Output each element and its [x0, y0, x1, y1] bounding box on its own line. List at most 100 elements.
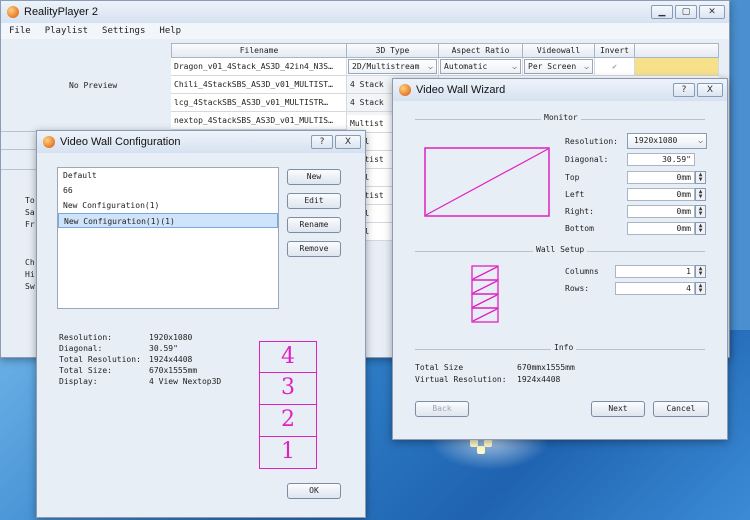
columns-label: Columns [565, 267, 599, 276]
row-wall-cell: Per Screen ⌵ [523, 58, 595, 76]
divider [1, 131, 37, 132]
rows-field[interactable]: 4 [615, 282, 695, 295]
maximize-button[interactable]: ▢ [675, 5, 697, 19]
close-button[interactable]: ✕ [699, 5, 725, 19]
table-row[interactable]: Dragon_v01_4Stack_AS3D_42in4_N3S… 2D/Mul… [171, 58, 719, 76]
config-title: Video Wall Configuration [60, 136, 181, 148]
virtual-res-label: Virtual Resolution: [415, 375, 507, 384]
left-label: To [25, 196, 35, 205]
left-label: Sa [25, 208, 35, 217]
close-button[interactable]: X [697, 83, 723, 97]
field-label: Diagonal: [565, 155, 609, 164]
wall-combo[interactable]: Per Screen ⌵ [524, 59, 593, 74]
invert-check-icon[interactable]: ✔ [595, 58, 635, 76]
bottom-field[interactable]: 0mm [627, 222, 695, 235]
wizard-titlebar: Video Wall Wizard ? X [393, 79, 727, 101]
screen-tile: 1 [259, 437, 317, 469]
chevron-down-icon: ⌵ [698, 136, 703, 145]
wizard-title: Video Wall Wizard [416, 84, 506, 96]
col-3d-type[interactable]: 3D Type [347, 43, 439, 58]
close-button[interactable]: X [335, 135, 361, 149]
row-filename: Chili_4StackSBS_AS3D_v01_MULTIST… [171, 76, 347, 94]
help-button[interactable]: ? [311, 135, 333, 149]
top-field[interactable]: 0mm [627, 171, 695, 184]
total-size-label: Total Size [415, 363, 464, 372]
row-aspect-cell: Automatic ⌵ [439, 58, 523, 76]
list-item[interactable]: 66 [58, 183, 278, 198]
info-section-label: Info [551, 343, 577, 352]
config-titlebar: Video Wall Configuration ? X [37, 131, 365, 153]
monitor-preview [424, 147, 550, 217]
ok-button[interactable]: OK [287, 483, 341, 499]
menu-playlist[interactable]: Playlist [45, 26, 88, 36]
row-highlight [635, 58, 719, 76]
help-button[interactable]: ? [673, 83, 695, 97]
col-filename[interactable]: Filename [171, 43, 347, 58]
edit-button[interactable]: Edit [287, 193, 341, 209]
left-stepper[interactable]: ▲ ▼ [695, 188, 706, 201]
col-videowall[interactable]: Videowall [523, 43, 595, 58]
resolution-select[interactable]: 1920x1080 ⌵ [627, 133, 707, 149]
field-label: Top [565, 173, 580, 182]
resolution-value: 1920x1080 [634, 136, 678, 145]
resolution-label: Resolution: [565, 137, 618, 146]
list-item-selected[interactable]: New Configuration(1)(1) [58, 213, 278, 228]
config-list: Default 66 New Configuration(1) New Conf… [57, 167, 279, 309]
info-value: 1920x1080 [149, 333, 193, 342]
menu-help[interactable]: Help [159, 26, 181, 36]
col-aspect-ratio[interactable]: Aspect Ratio [439, 43, 523, 58]
columns-field[interactable]: 1 [615, 265, 695, 278]
config-dialog: Video Wall Configuration ? X Default 66 … [36, 130, 366, 518]
rename-button[interactable]: Rename [287, 217, 341, 233]
diagonal-field[interactable]: 30.59" [627, 153, 695, 166]
menu-bar: File Playlist Settings Help [1, 23, 729, 39]
left-field[interactable]: 0mm [627, 188, 695, 201]
left-label: Sw [25, 282, 35, 291]
type-combo[interactable]: 2D/Multistream ⌵ [348, 59, 437, 74]
top-stepper[interactable]: ▲ ▼ [695, 171, 706, 184]
wall-value: Per Screen [528, 62, 577, 71]
field-label: Right: [565, 207, 594, 216]
menu-settings[interactable]: Settings [102, 26, 145, 36]
cancel-button[interactable]: Cancel [653, 401, 709, 417]
left-label: Hi [25, 270, 35, 279]
app-icon [7, 6, 19, 18]
monitor-section-label: Monitor [541, 113, 581, 122]
field-label: Left [565, 190, 585, 199]
main-titlebar: RealityPlayer 2 ▁ ▢ ✕ [1, 1, 729, 23]
list-item[interactable]: Default [58, 168, 278, 183]
app-icon [399, 84, 411, 96]
info-value: 30.59" [149, 344, 178, 353]
list-item[interactable]: New Configuration(1) [58, 198, 278, 213]
columns-stepper[interactable]: ▲ ▼ [695, 265, 706, 278]
right-stepper[interactable]: ▲ ▼ [695, 205, 706, 218]
row-type-cell: 2D/Multistream ⌵ [347, 58, 439, 76]
virtual-res-value: 1924x4408 [517, 375, 561, 384]
row-filename: Dragon_v01_4Stack_AS3D_42in4_N3S… [171, 58, 347, 76]
bottom-stepper[interactable]: ▲ ▼ [695, 222, 706, 235]
back-button[interactable]: Back [415, 401, 469, 417]
chevron-down-icon: ⌵ [512, 62, 517, 71]
next-button[interactable]: Next [591, 401, 645, 417]
left-label: Fr [25, 220, 35, 229]
aspect-combo[interactable]: Automatic ⌵ [440, 59, 521, 74]
grid-header: Filename 3D Type Aspect Ratio Videowall … [171, 43, 719, 58]
minimize-button[interactable]: ▁ [651, 5, 673, 19]
col-invert[interactable]: Invert [595, 43, 635, 58]
screen-stack: 4 3 2 1 [259, 341, 317, 469]
menu-file[interactable]: File [9, 26, 31, 36]
field-label: Bottom [565, 224, 594, 233]
total-size-value: 670mmx1555mm [517, 363, 575, 372]
remove-button[interactable]: Remove [287, 241, 341, 257]
info-value: 4 View Nextop3D [149, 377, 222, 386]
type-value: 2D/Multistream [352, 62, 420, 71]
left-label: Ch [25, 258, 35, 267]
info-label: Total Size: [59, 366, 112, 375]
rows-stepper[interactable]: ▲ ▼ [695, 282, 706, 295]
info-label: Total Resolution: [59, 355, 141, 364]
right-field[interactable]: 0mm [627, 205, 695, 218]
wall-section-label: Wall Setup [533, 245, 588, 254]
aspect-value: Automatic [444, 62, 488, 71]
new-button[interactable]: New [287, 169, 341, 185]
wizard-dialog: Video Wall Wizard ? X Monitor Resolution… [392, 78, 728, 440]
